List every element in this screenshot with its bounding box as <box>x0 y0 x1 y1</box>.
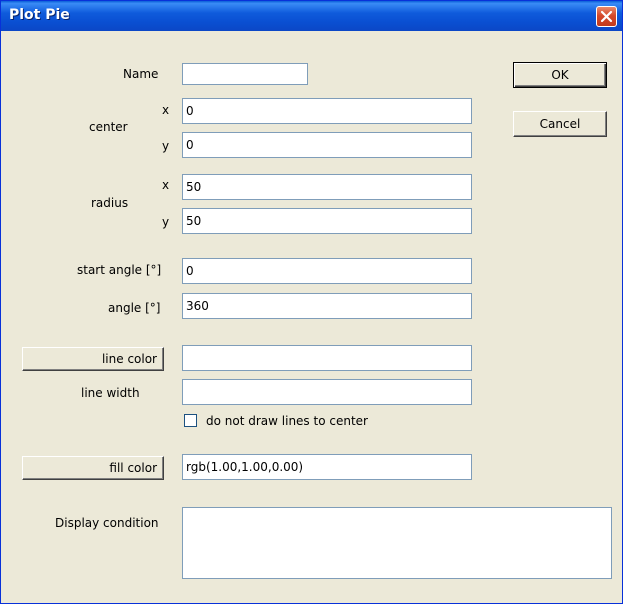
ok-button-label: OK <box>551 68 569 82</box>
radius-label: radius <box>91 196 129 210</box>
start-angle-label: start angle [°] <box>77 263 162 277</box>
center-x-label: x <box>162 103 170 117</box>
line-color-button-label: line color <box>101 352 157 366</box>
cancel-button[interactable]: Cancel <box>513 111 607 137</box>
fill-color-button[interactable]: fill color <box>22 456 164 480</box>
name-label: Name <box>123 67 159 81</box>
line-color-button[interactable]: line color <box>22 347 164 371</box>
line-color-input[interactable] <box>182 345 472 371</box>
ok-button[interactable]: OK <box>513 62 607 88</box>
close-button[interactable] <box>596 6 617 27</box>
cancel-button-label: Cancel <box>539 117 581 131</box>
plot-pie-dialog: Plot Pie Name center x y radius x y star… <box>0 0 623 604</box>
center-y-input[interactable] <box>182 132 472 158</box>
display-condition-textarea[interactable] <box>182 507 612 579</box>
radius-x-label: x <box>162 178 170 192</box>
close-icon <box>600 10 613 23</box>
display-condition-label: Display condition <box>55 516 159 530</box>
angle-label: angle [°] <box>108 301 161 315</box>
center-y-label: y <box>162 139 170 153</box>
radius-y-label: y <box>162 215 170 229</box>
start-angle-input[interactable] <box>182 258 472 284</box>
radius-x-input[interactable] <box>182 174 472 200</box>
title-bar[interactable]: Plot Pie <box>1 1 622 31</box>
lines-to-center-label: do not draw lines to center <box>206 414 368 428</box>
name-input[interactable] <box>182 63 308 85</box>
fill-color-input[interactable] <box>182 454 472 480</box>
center-x-input[interactable] <box>182 98 472 124</box>
line-width-input[interactable] <box>182 379 472 405</box>
angle-input[interactable] <box>182 293 472 319</box>
center-label: center <box>89 120 128 134</box>
radius-y-input[interactable] <box>182 208 472 234</box>
lines-to-center-checkbox[interactable] <box>184 414 197 427</box>
line-width-label: line width <box>81 386 140 400</box>
window-title: Plot Pie <box>9 7 70 23</box>
fill-color-button-label: fill color <box>109 461 157 475</box>
